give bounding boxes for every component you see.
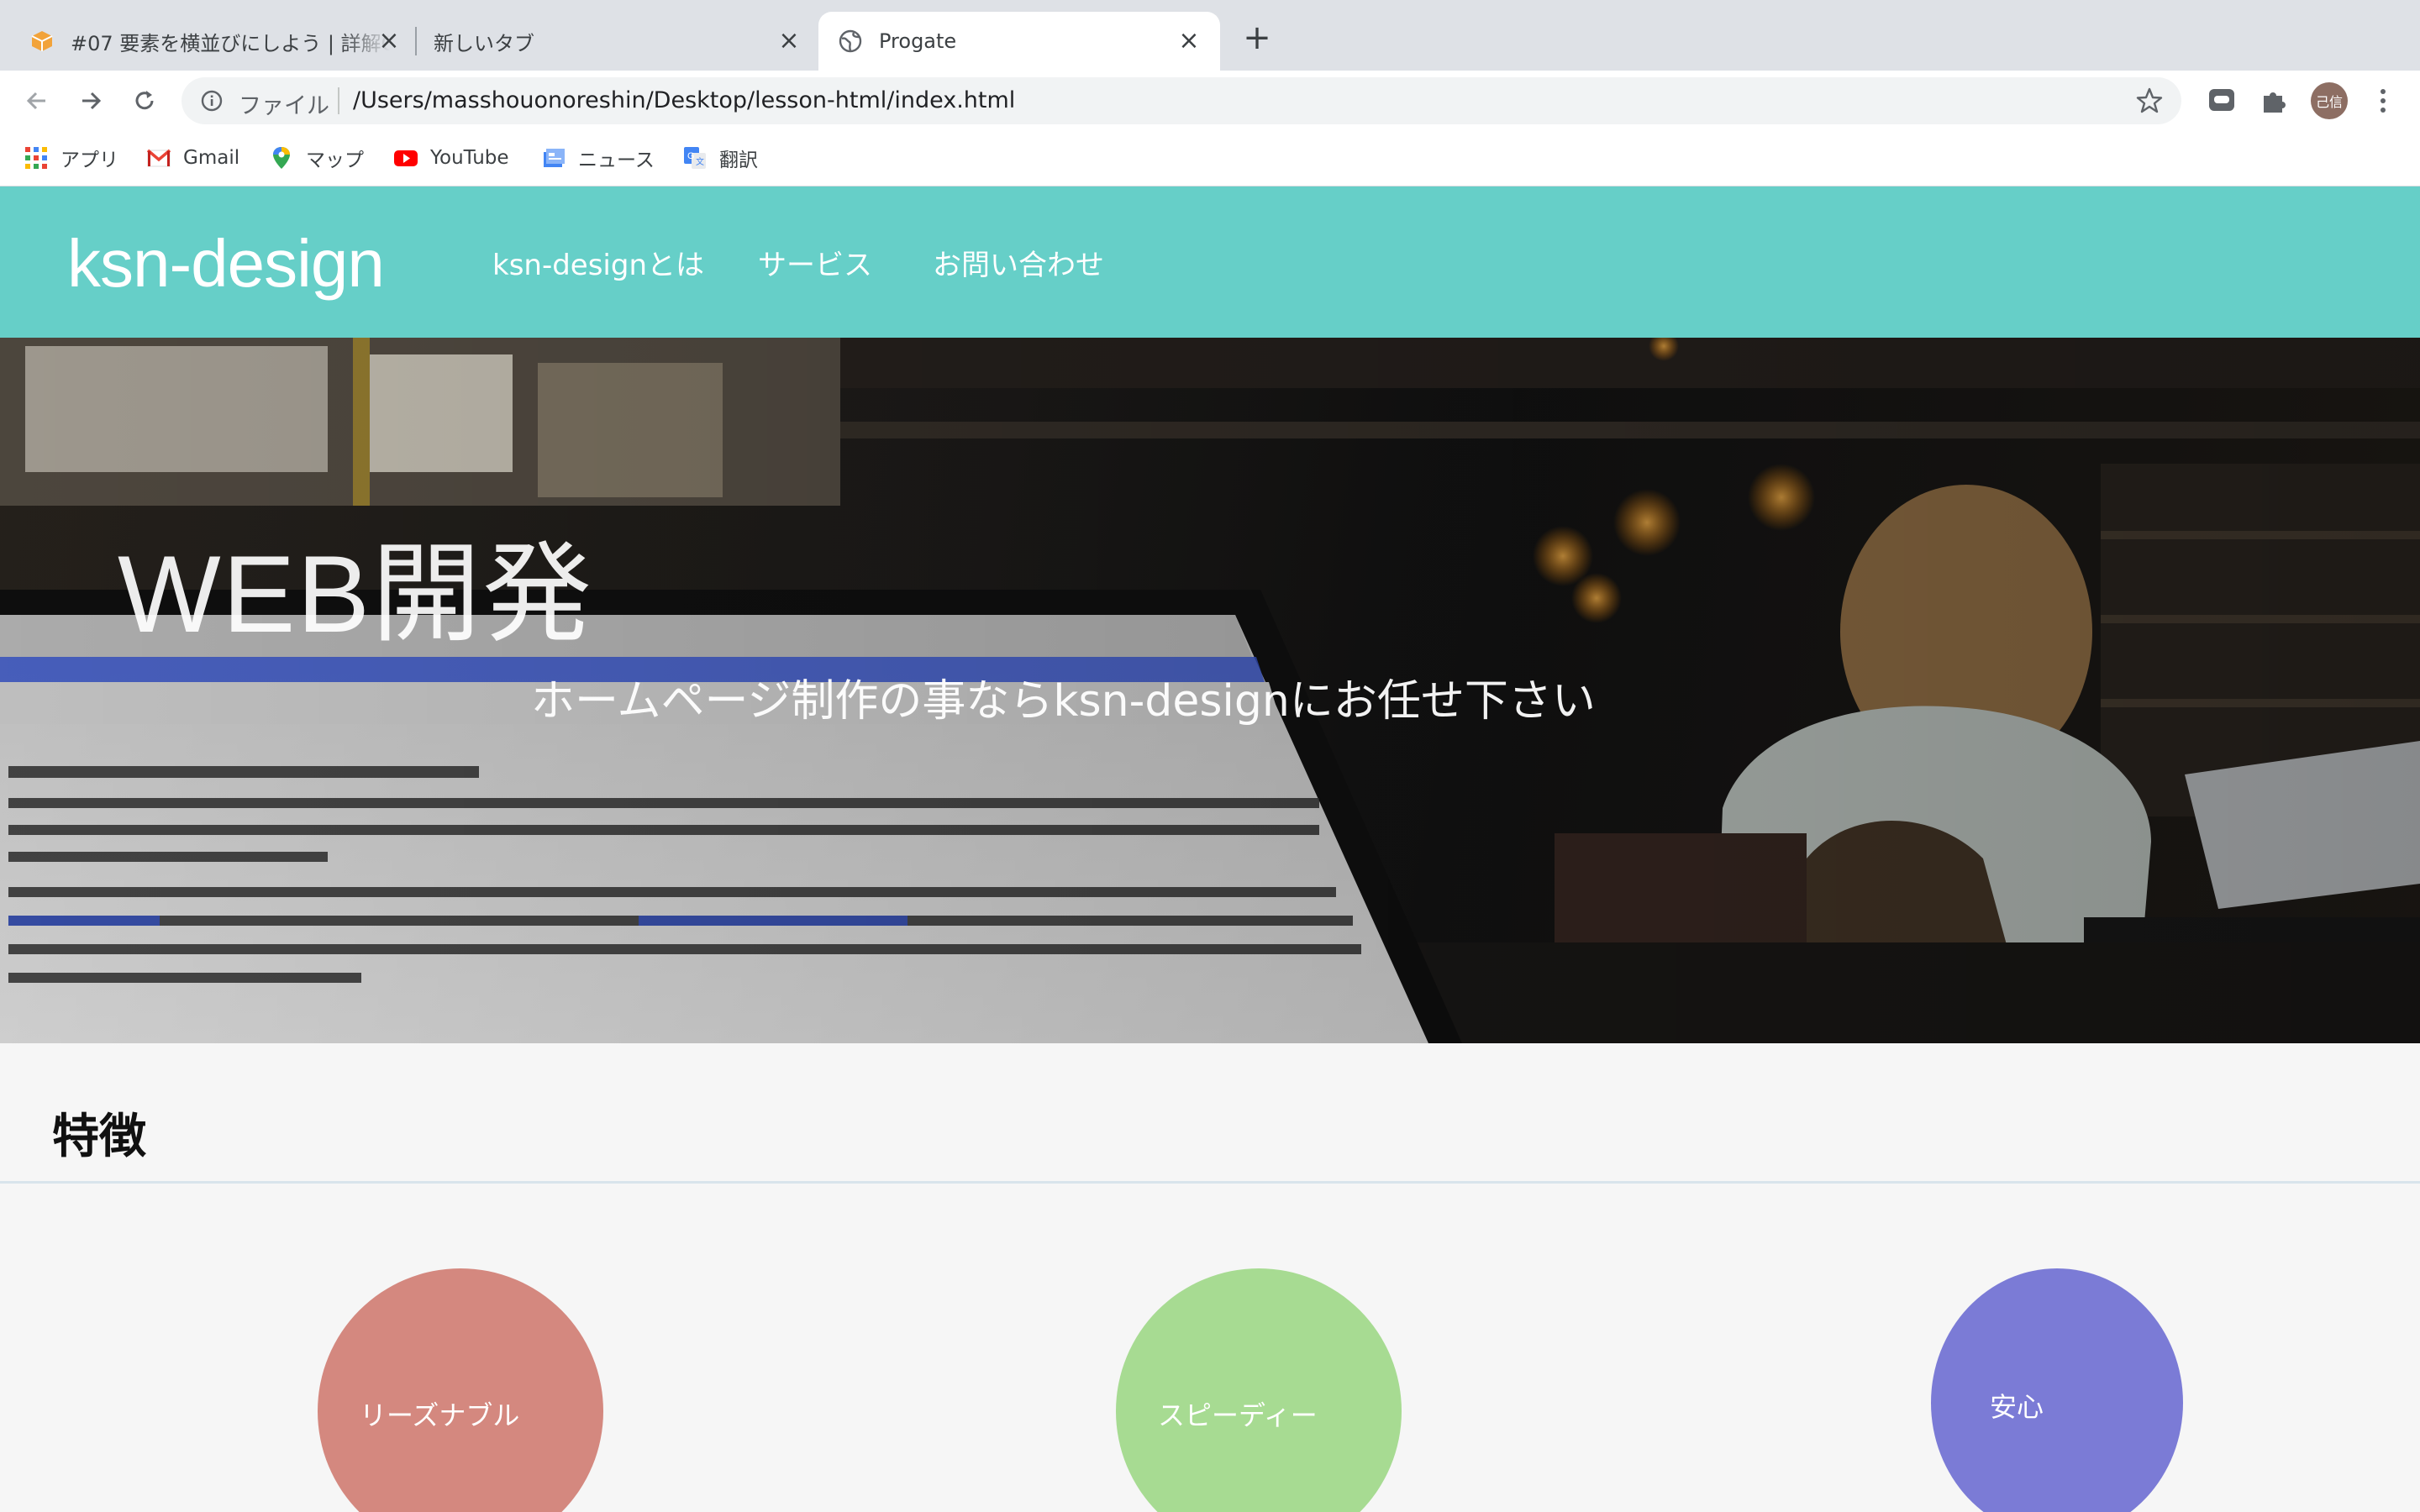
- bookmark-label: マップ: [306, 150, 364, 171]
- maps-pin-icon: [273, 147, 290, 169]
- bookmarks-bar: アプリ Gmail マップ YouTube ニュース G文 翻訳: [0, 131, 2420, 186]
- browser-toolbar: ファイル /Users/masshouonoreshin/Desktop/les…: [0, 71, 2420, 131]
- tab-new[interactable]: 新しいタブ ×: [434, 12, 812, 71]
- apps-grid-icon: [25, 147, 47, 169]
- bookmark-label: アプリ: [60, 150, 118, 171]
- reload-icon: [135, 91, 154, 110]
- feature-label: リーズナブル: [360, 1399, 520, 1431]
- tab-lesson[interactable]: #07 要素を横並びにしよう | 詳解C ×: [30, 12, 408, 71]
- bookmark-gmail[interactable]: Gmail: [146, 141, 239, 175]
- close-tab-icon[interactable]: ×: [776, 29, 802, 54]
- omnibox-divider: [338, 87, 339, 114]
- star-icon[interactable]: [2134, 86, 2165, 116]
- bookmark-youtube[interactable]: YouTube: [393, 141, 509, 175]
- section-divider: [0, 1181, 2420, 1184]
- svg-text:文: 文: [696, 156, 704, 167]
- profile-avatar[interactable]: 己信: [2311, 82, 2348, 119]
- bookmark-label: 翻訳: [719, 150, 758, 171]
- features-heading: 特徴: [52, 1110, 146, 1164]
- back-button[interactable]: [20, 84, 54, 118]
- forward-button[interactable]: [74, 84, 108, 118]
- feature-label: スピーディー: [1158, 1399, 1318, 1431]
- info-icon[interactable]: [198, 87, 225, 114]
- url-scheme-label: ファイル: [239, 93, 329, 119]
- gmail-icon: [146, 149, 171, 167]
- tab-title: Progate: [879, 29, 957, 53]
- hero-subtitle: ホームページ制作の事ならksn-designにお任せ下さい: [531, 676, 1596, 727]
- youtube-icon: [394, 150, 418, 166]
- feature-circle-speedy: スピーディー: [1116, 1268, 1402, 1512]
- nav-link-services[interactable]: サービス: [758, 242, 872, 283]
- page-content: ksn-design ksn-designとは サービス お問い合わせ WEB開…: [0, 186, 2420, 1512]
- close-tab-icon[interactable]: ×: [1176, 29, 1202, 54]
- feature-circle-reasonable: リーズナブル: [318, 1268, 603, 1512]
- hero-section: WEB開発 ホームページ制作の事ならksn-designにお任せ下さい: [0, 338, 2420, 1043]
- site-header: ksn-design ksn-designとは サービス お問い合わせ: [0, 186, 2420, 338]
- url-text[interactable]: /Users/masshouonoreshin/Desktop/lesson-h…: [353, 87, 1015, 113]
- bookmark-label: Gmail: [183, 147, 240, 169]
- close-tab-icon[interactable]: ×: [376, 29, 402, 54]
- arrow-right-icon: [82, 92, 102, 110]
- news-icon: [544, 149, 565, 167]
- nav-link-contact[interactable]: お問い合わせ: [933, 242, 1104, 283]
- bookmark-label: ニュース: [578, 150, 655, 171]
- bookmark-label: YouTube: [430, 147, 509, 169]
- tab-title: 新しいタブ: [434, 31, 534, 55]
- reload-button[interactable]: [128, 84, 161, 118]
- feature-circle-safe: 安心: [1931, 1268, 2183, 1512]
- site-logo[interactable]: ksn-design: [67, 225, 385, 302]
- svg-text:G: G: [687, 151, 695, 161]
- feature-label: 安心: [1990, 1391, 2044, 1423]
- box-icon: [31, 31, 53, 51]
- tab-separator: [415, 27, 417, 55]
- nav-link-about[interactable]: ksn-designとは: [492, 242, 704, 283]
- globe-icon: [839, 29, 862, 53]
- tab-strip: #07 要素を横並びにしよう | 詳解C × 新しいタブ × Progate ×…: [0, 0, 2420, 71]
- bookmark-news[interactable]: ニュース: [541, 141, 655, 175]
- arrow-left-icon: [26, 92, 45, 110]
- bookmark-apps[interactable]: アプリ: [24, 141, 118, 175]
- line-extension-icon[interactable]: [2207, 86, 2237, 116]
- translate-icon: G文: [684, 147, 706, 169]
- menu-kebab-icon[interactable]: [2375, 84, 2391, 118]
- bookmark-translate[interactable]: G文 翻訳: [682, 141, 758, 175]
- new-tab-icon[interactable]: +: [1242, 21, 1272, 55]
- address-bar[interactable]: ファイル /Users/masshouonoreshin/Desktop/les…: [182, 77, 2181, 124]
- puzzle-icon[interactable]: [2259, 86, 2289, 116]
- tab-progate[interactable]: Progate ×: [818, 12, 1220, 71]
- tab-title: #07 要素を横並びにしよう | 詳解C: [71, 31, 390, 55]
- bookmark-maps[interactable]: マップ: [269, 141, 364, 175]
- hero-title: WEB開発: [118, 533, 594, 655]
